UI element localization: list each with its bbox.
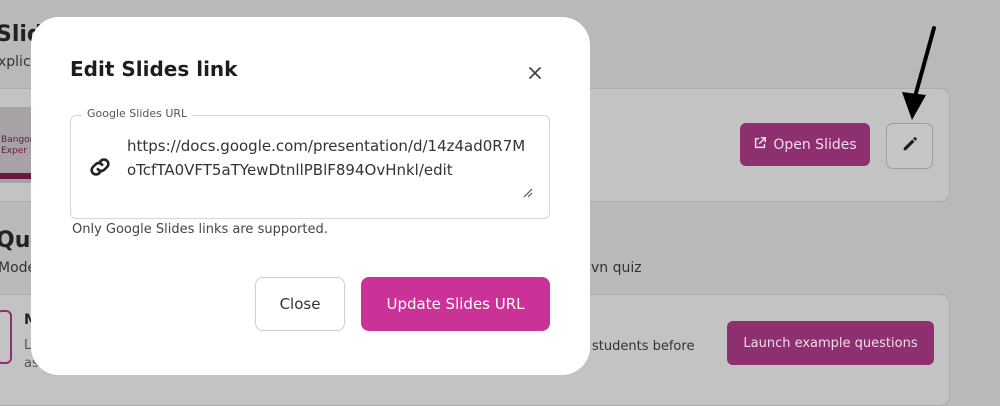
open-slides-label: Open Slides: [773, 136, 857, 153]
launch-example-questions-button[interactable]: Launch example questions: [727, 321, 934, 365]
thumbnail-line: Bangor: [1, 135, 33, 145]
link-icon: [87, 154, 113, 184]
pencil-icon: [901, 135, 919, 157]
quiz-section-subtitle-tail: vn quiz: [591, 260, 642, 276]
external-link-icon: [753, 136, 767, 154]
open-slides-button[interactable]: Open Slides: [740, 123, 870, 166]
close-icon: [528, 65, 542, 84]
close-dialog-button[interactable]: [523, 62, 547, 86]
edit-slides-link-dialog: Edit Slides link Google Slides URL https…: [31, 17, 590, 375]
arrow-annotation-icon: [890, 24, 950, 128]
update-slides-url-button[interactable]: Update Slides URL: [361, 277, 550, 331]
dialog-title: Edit Slides link: [70, 57, 238, 81]
quiz-description: students before: [592, 339, 695, 354]
url-field-label: Google Slides URL: [82, 107, 193, 120]
edit-slides-button[interactable]: [886, 123, 933, 169]
resize-handle-icon[interactable]: [523, 183, 533, 202]
slides-thumbnail: Bangor Exper: [0, 107, 33, 183]
close-button[interactable]: Close: [255, 277, 345, 331]
quiz-option-box[interactable]: [0, 310, 12, 364]
slides-section-subtitle: xplic: [0, 54, 31, 70]
url-field-hint: Only Google Slides links are supported.: [72, 222, 328, 237]
url-textarea[interactable]: https://docs.google.com/presentation/d/1…: [127, 134, 531, 182]
google-slides-url-field[interactable]: Google Slides URL https://docs.google.co…: [70, 107, 550, 219]
thumbnail-line: Exper: [1, 146, 27, 156]
